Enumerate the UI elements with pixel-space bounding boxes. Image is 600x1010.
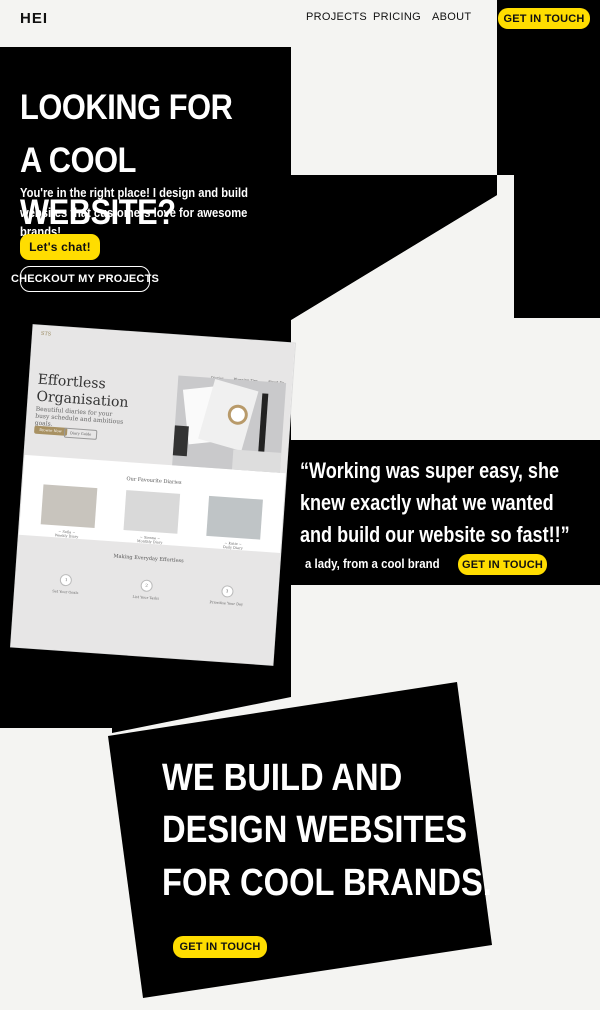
diagonal-connector: [291, 175, 497, 320]
website-mockup-image: STS Diaries Planning Tips About Us Effor…: [11, 325, 295, 665]
testimonial-author: a lady, from a cool brand: [305, 556, 440, 571]
mockup-diary-photo: [172, 375, 287, 473]
mockup-guide-button: Diary Guide: [63, 427, 98, 440]
closing-line1: WE BUILD AND: [162, 757, 403, 799]
testimonial-get-in-touch-button[interactable]: GET IN TOUCH: [458, 554, 547, 575]
testimonial-quote: “Working was super easy, she knew exactl…: [300, 455, 570, 551]
mockup-step: 3 Prioritise Your Day: [199, 583, 255, 607]
closing-headline: WE BUILD AND DESIGN WEBSITES FOR COOL BR…: [162, 752, 492, 909]
mockup-steps-section: Making Everyday Effortless 1 Set Your Go…: [11, 534, 281, 665]
testimonial-line1: “Working was super easy, she: [300, 458, 560, 483]
hero-title-line1: LOOKING FOR: [20, 88, 233, 127]
mockup-step: 2 List Your Tasks: [118, 578, 174, 602]
mockup-product-image: [40, 484, 98, 528]
mockup-step-number: 1: [59, 573, 73, 587]
nav-projects[interactable]: PROJECTS: [306, 11, 367, 23]
nav-about[interactable]: ABOUT: [432, 11, 471, 23]
closing-line3: FOR COOL BRANDS.: [162, 861, 492, 904]
mockup-step: 1 Set Your Goals: [38, 572, 94, 596]
mockup-step-number: 2: [140, 579, 154, 593]
site-logo[interactable]: HEI: [20, 10, 48, 27]
mockup-product-image: [206, 495, 264, 540]
mockup-browse-button: Browse Now: [33, 425, 67, 436]
checkout-projects-button[interactable]: CHECKOUT MY PROJECTS: [11, 266, 159, 292]
testimonial-line2: knew exactly what we wanted: [300, 489, 554, 515]
hero-subtitle: You're in the right place! I design and …: [20, 183, 278, 242]
mockup-steps-title: Making Everyday Effortless: [113, 553, 184, 565]
mockup-step-title: Set Your Goals: [52, 589, 79, 596]
header-get-in-touch-button[interactable]: GET IN TOUCH: [498, 8, 590, 29]
mockup-product-image: [123, 490, 181, 534]
header-cta-block: [497, 0, 600, 318]
mockup-logo: STS: [40, 330, 52, 338]
closing-get-in-touch-button[interactable]: GET IN TOUCH: [173, 936, 267, 958]
testimonial-line3: and build our website so fast!!”: [300, 521, 570, 547]
mockup-step-title: Prioritise Your Day: [209, 600, 244, 607]
hero-subtitle-line1: You're in the right place! I design and …: [20, 185, 248, 200]
mockup-step-number: 3: [220, 584, 234, 598]
nav-pricing[interactable]: PRICING: [373, 11, 421, 23]
mockup-step-title: List Your Tasks: [132, 594, 160, 601]
mockup-hero: STS Diaries Planning Tips About Us Effor…: [24, 325, 295, 474]
mockup-steps: 1 Set Your Goals 2 List Your Tasks 3 Pri…: [15, 571, 278, 609]
closing-line2: DESIGN WEBSITES: [162, 809, 468, 852]
lets-chat-button[interactable]: Let's chat!: [20, 234, 100, 260]
